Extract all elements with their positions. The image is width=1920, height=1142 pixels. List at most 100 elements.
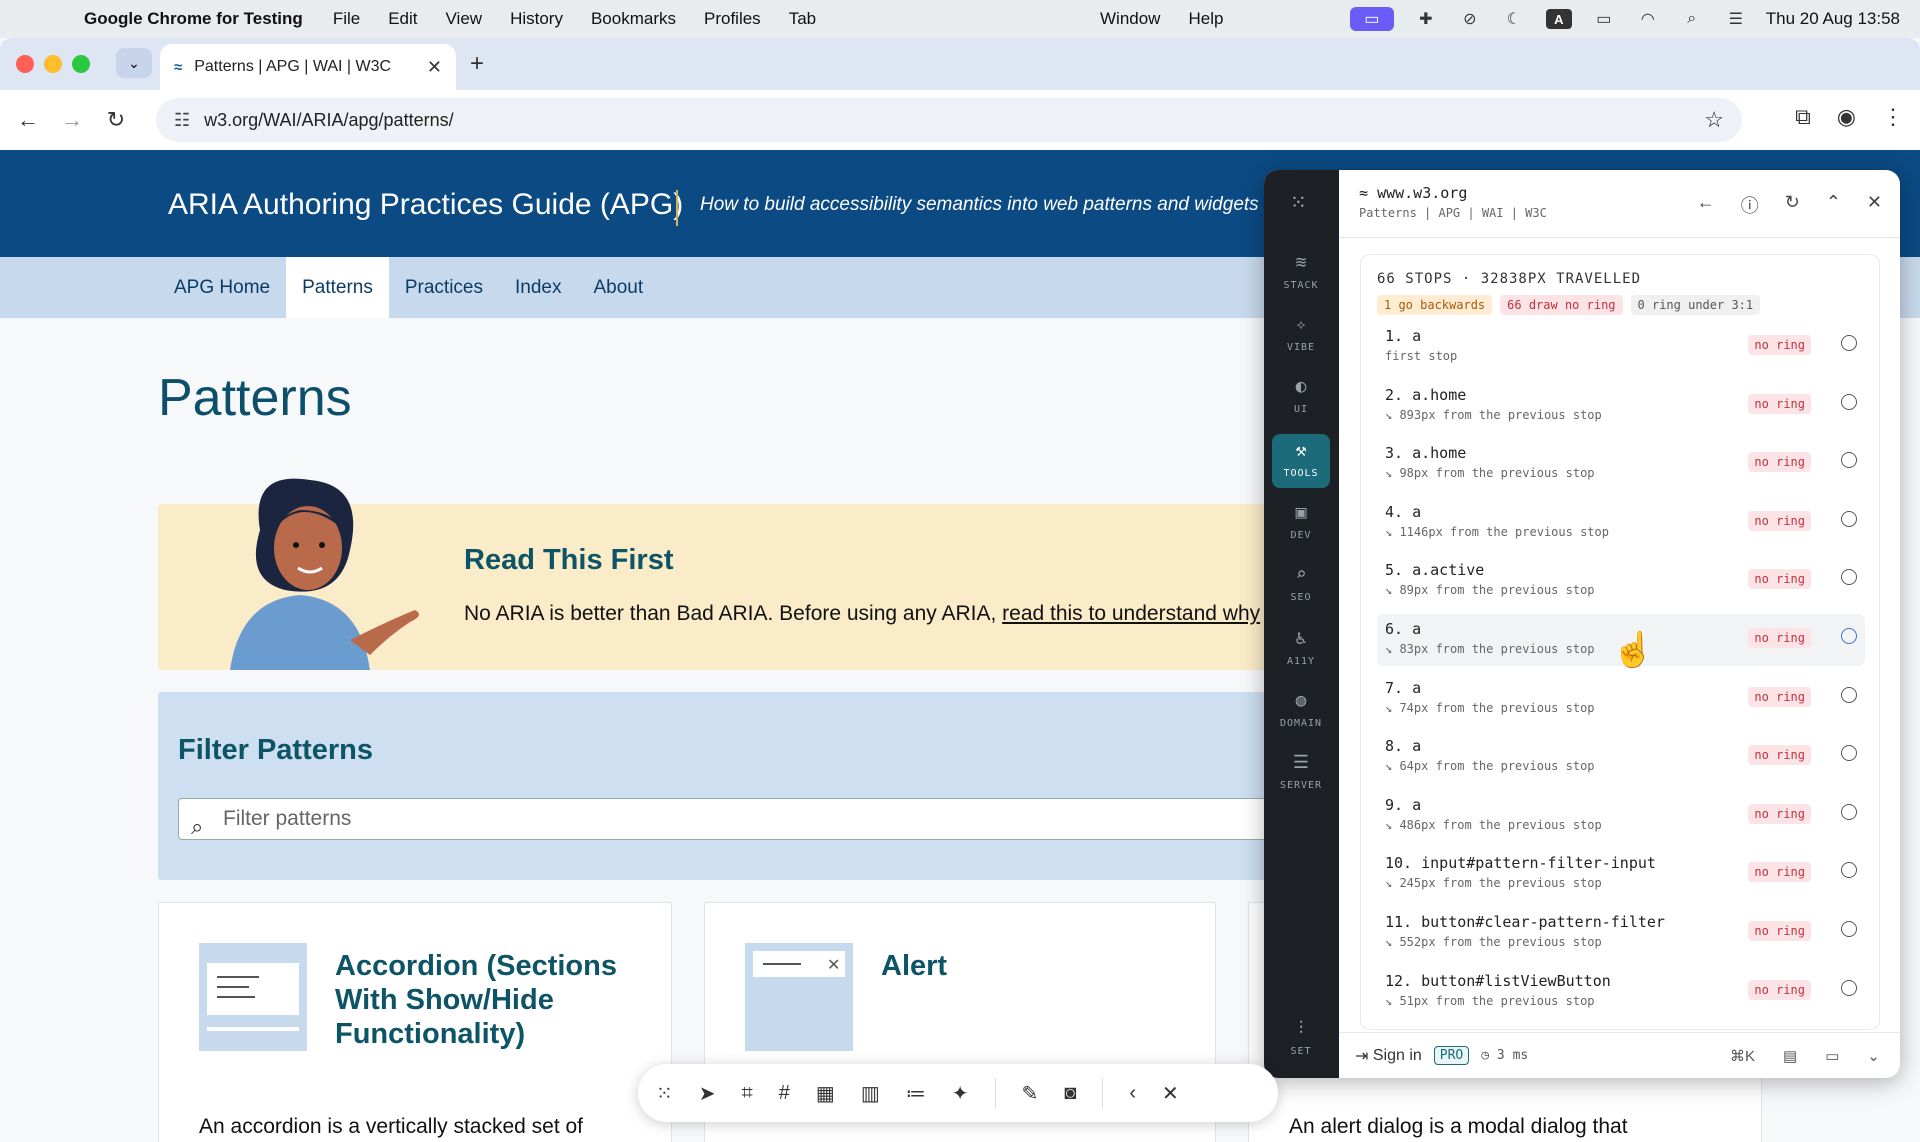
pattern-card-accordion[interactable]: Accordion (Sections With Show/Hide Funct…	[158, 902, 672, 1142]
drag-handle-icon[interactable]: ⁙	[656, 1081, 673, 1106]
rail-dev[interactable]: ▣ DEV	[1272, 496, 1330, 550]
monitor-icon[interactable]: ▭	[1825, 1047, 1839, 1065]
grid-lines-icon[interactable]: #	[779, 1082, 790, 1105]
close-icon[interactable]: ✕	[1162, 1081, 1179, 1106]
crosshair-icon[interactable]	[1841, 393, 1857, 410]
rail-server[interactable]: ☰ SERVER	[1272, 746, 1330, 800]
table-icon[interactable]: ▥	[861, 1081, 880, 1106]
chip-no-ring[interactable]: 66 draw no ring	[1500, 295, 1623, 315]
nav-patterns[interactable]: Patterns	[286, 257, 389, 318]
input-source-icon[interactable]: A	[1545, 9, 1572, 29]
close-icon[interactable]: ✕	[1867, 192, 1882, 218]
tag-icon[interactable]: ⌗	[742, 1082, 753, 1105]
site-title[interactable]: ARIA Authoring Practices Guide (APG)	[168, 188, 683, 222]
chip-ring-under[interactable]: 0 ring under 3:1	[1630, 295, 1761, 315]
crosshair-icon[interactable]	[1841, 452, 1857, 469]
crosshair-icon[interactable]	[1841, 745, 1857, 762]
collapse-chevron-icon[interactable]: ⌃	[1826, 192, 1841, 218]
control-center-icon[interactable]: ☰	[1724, 10, 1748, 28]
menu-profiles[interactable]: Profiles	[690, 9, 775, 29]
active-tab[interactable]: ≈ Patterns | APG | WAI | W3C ✕	[160, 44, 456, 90]
nav-about[interactable]: About	[577, 257, 659, 318]
rail-ui[interactable]: ◐ UI	[1272, 370, 1330, 424]
chevron-left-icon[interactable]: ‹	[1129, 1082, 1136, 1105]
tab-stop-row[interactable]: 9. a ↘ 486px from the previous stop no rin…	[1377, 790, 1865, 842]
close-tab-icon[interactable]: ✕	[427, 57, 442, 78]
menu-window[interactable]: Window	[1100, 9, 1160, 29]
crosshair-icon[interactable]	[1841, 979, 1857, 996]
battery-icon[interactable]: ▭	[1592, 10, 1616, 28]
chevron-down-icon[interactable]: ⌄	[1867, 1047, 1880, 1065]
boxes-icon[interactable]: ▦	[816, 1081, 835, 1106]
shortcut-hint[interactable]: ⌘K	[1730, 1047, 1755, 1065]
minimize-window-button[interactable]	[44, 55, 62, 73]
pro-badge[interactable]: PRO	[1433, 1046, 1470, 1065]
grid-logo-icon[interactable]: ⁙	[1290, 190, 1307, 215]
crosshair-icon[interactable]	[1841, 510, 1857, 527]
layout-icon[interactable]: ▤	[1783, 1047, 1797, 1065]
menu-edit[interactable]: Edit	[374, 9, 431, 29]
menu-tab[interactable]: Tab	[775, 9, 830, 29]
tab-search-chevron-icon[interactable]: ⌄	[116, 48, 152, 78]
search-icon[interactable]: ⌕	[1680, 10, 1704, 28]
tab-stop-row[interactable]: 4. a ↘ 1146px from the previous stop no ri…	[1377, 497, 1865, 549]
profile-icon[interactable]: ◉	[1837, 104, 1856, 130]
wifi-icon[interactable]: ◠	[1636, 10, 1660, 28]
extensions-icon[interactable]: ⧉	[1795, 104, 1811, 130]
info-icon[interactable]: ⓘ	[1741, 192, 1759, 218]
rail-a11y[interactable]: ♿ A11Y	[1272, 622, 1330, 676]
back-arrow-icon[interactable]: ←	[1697, 192, 1715, 218]
nav-apg-home[interactable]: APG Home	[158, 257, 286, 318]
ordered-list-icon[interactable]: ≔	[906, 1081, 926, 1106]
menu-help[interactable]: Help	[1188, 9, 1223, 29]
url-text[interactable]: w3.org/WAI/ARIA/apg/patterns/	[204, 110, 453, 131]
tab-stop-row[interactable]: 3. a.home ↘ 98px from the previous stop no…	[1377, 438, 1865, 490]
block-icon[interactable]: ⊘	[1458, 10, 1482, 28]
tab-stop-row[interactable]: 12. button#listViewButton ↘ 51px from the…	[1377, 966, 1865, 1018]
tab-stop-row[interactable]: 5. a.active ↘ 89px from the previous stop…	[1377, 555, 1865, 607]
menu-file[interactable]: File	[319, 9, 374, 29]
chip-backwards[interactable]: 1 go backwards	[1377, 295, 1493, 315]
crosshair-icon[interactable]	[1841, 569, 1857, 586]
crosshair-icon[interactable]	[1841, 921, 1857, 937]
menu-history[interactable]: History	[496, 9, 577, 29]
bookmark-star-icon[interactable]: ☆	[1704, 107, 1724, 133]
back-arrow-icon[interactable]: ←	[6, 107, 50, 133]
new-tab-plus-icon[interactable]: +	[470, 50, 484, 78]
rail-vibe[interactable]: ✧ VIBE	[1272, 308, 1330, 362]
card-title[interactable]: Alert	[881, 949, 947, 983]
crosshair-icon[interactable]	[1841, 335, 1857, 351]
rail-set[interactable]: ⫶ SET	[1272, 1012, 1330, 1066]
refresh-icon[interactable]: ↻	[1785, 192, 1800, 218]
crosshair-icon[interactable]	[1841, 686, 1857, 703]
address-bar[interactable]: ☷ w3.org/WAI/ARIA/apg/patterns/ ☆	[156, 98, 1742, 142]
crosshair-icon[interactable]	[1841, 803, 1857, 820]
forward-arrow-icon[interactable]: →	[50, 107, 94, 133]
rtf-link[interactable]: read this to understand why	[1002, 602, 1260, 625]
rail-tools[interactable]: ⚒ TOOLS	[1272, 434, 1330, 488]
tab-stop-row[interactable]: 10. input#pattern-filter-input ↘ 245px fr…	[1377, 848, 1865, 900]
rail-seo[interactable]: ⌕ SEO	[1272, 558, 1330, 612]
rail-domain[interactable]: ◍ DOMAIN	[1272, 684, 1330, 738]
site-settings-icon[interactable]: ☷	[174, 110, 190, 131]
tab-stop-row[interactable]: 1. a first stop no ring	[1377, 321, 1865, 373]
tab-stop-row[interactable]: 8. a ↘ 64px from the previous stop no ring	[1377, 731, 1865, 783]
moon-icon[interactable]: ☾	[1502, 10, 1526, 28]
sign-in-icon[interactable]: ⇥	[1355, 1046, 1373, 1066]
eyedropper-icon[interactable]: ✎	[1022, 1081, 1039, 1106]
crosshair-icon[interactable]	[1841, 628, 1857, 644]
rail-stack[interactable]: ≋ STACK	[1272, 246, 1330, 300]
sign-in-link[interactable]: Sign in	[1373, 1047, 1422, 1065]
menu-view[interactable]: View	[432, 9, 497, 29]
pointer-icon[interactable]: ➤	[699, 1081, 716, 1106]
tab-stop-row[interactable]: 7. a ↘ 74px from the previous stop no ring	[1377, 673, 1865, 725]
app-name-menu[interactable]: Google Chrome for Testing	[70, 9, 319, 29]
kebab-menu-icon[interactable]: ⋮	[1882, 104, 1904, 130]
menu-bookmarks[interactable]: Bookmarks	[577, 9, 690, 29]
nav-index[interactable]: Index	[499, 257, 577, 318]
zoom-window-button[interactable]	[72, 55, 90, 73]
screen-share-icon[interactable]: ▭	[1349, 7, 1394, 31]
reload-icon[interactable]: ↻	[94, 107, 138, 133]
crosshair-icon[interactable]	[1841, 862, 1857, 879]
close-window-button[interactable]	[16, 55, 34, 73]
